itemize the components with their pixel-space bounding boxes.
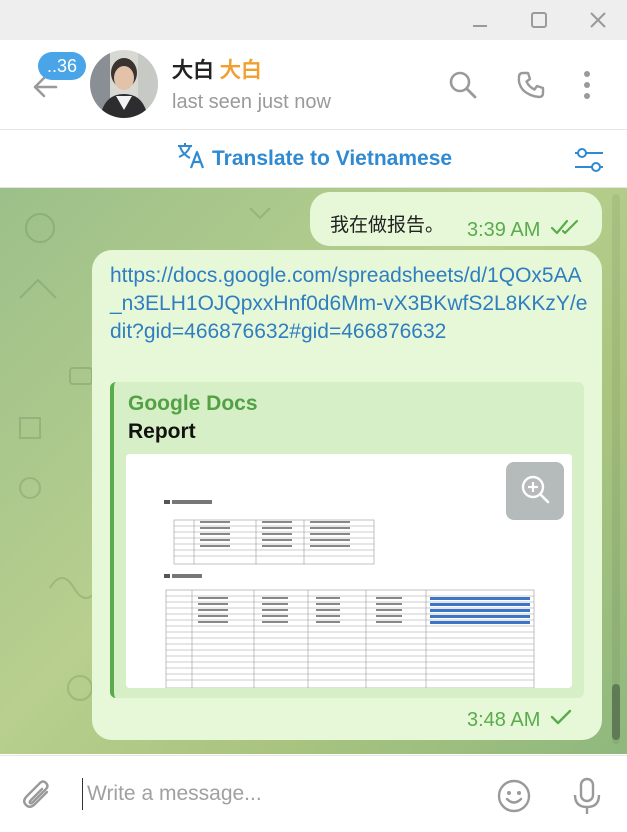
zoom-in-button[interactable] xyxy=(506,462,564,520)
message-meta: 3:48 AM xyxy=(467,708,572,732)
translate-icon xyxy=(176,141,206,177)
paperclip-icon[interactable] xyxy=(20,778,56,814)
contact-status: last seen just now xyxy=(172,91,331,113)
search-icon[interactable] xyxy=(446,68,480,102)
phone-icon[interactable] xyxy=(514,68,548,102)
contact-name-accent: 大白 xyxy=(219,59,262,82)
message-input[interactable] xyxy=(82,778,462,810)
zoom-in-icon xyxy=(520,474,550,509)
message-text: 我在做报告。 xyxy=(330,215,445,236)
translate-settings-icon[interactable] xyxy=(572,143,606,177)
message-bubble[interactable]: https://docs.google.com/spreadsheets/d/1… xyxy=(92,250,602,740)
check-icon xyxy=(550,708,572,732)
double-check-icon xyxy=(550,218,580,242)
preview-title: Report xyxy=(128,420,196,443)
avatar[interactable] xyxy=(90,50,158,118)
link-preview[interactable]: Google Docs Report xyxy=(110,382,584,698)
scrollbar-thumb[interactable] xyxy=(612,684,620,740)
preview-image[interactable] xyxy=(126,454,572,688)
chat-header: ..36 大白 大白 last seen just now xyxy=(0,40,627,130)
contact-name-text: 大白 xyxy=(172,59,214,82)
translate-button[interactable]: Translate to Vietnamese xyxy=(176,143,452,175)
unread-count-badge: ..36 xyxy=(38,52,86,80)
microphone-icon[interactable] xyxy=(570,776,604,816)
translate-bar: Translate to Vietnamese xyxy=(0,131,627,188)
message-composer xyxy=(0,755,627,832)
message-link[interactable]: https://docs.google.com/spreadsheets/d/1… xyxy=(110,262,588,346)
preview-site-name: Google Docs xyxy=(128,392,258,415)
maximize-icon[interactable] xyxy=(525,6,553,34)
contact-name[interactable]: 大白 大白 xyxy=(172,54,262,84)
window-titlebar xyxy=(0,0,627,40)
translate-label: Translate to Vietnamese xyxy=(212,147,453,170)
chat-scrollbar[interactable] xyxy=(612,194,620,744)
message-time: 3:48 AM xyxy=(467,708,541,731)
close-icon[interactable] xyxy=(584,6,612,34)
more-vertical-icon[interactable] xyxy=(570,68,604,102)
minimize-icon[interactable] xyxy=(466,6,494,34)
message-time: 3:39 AM xyxy=(467,218,541,241)
chat-area[interactable]: 我在做报告。 3:39 AM https://docs.google.com/s… xyxy=(0,188,627,754)
message-bubble[interactable]: 我在做报告。 3:39 AM xyxy=(310,192,602,246)
message-meta: 3:39 AM xyxy=(467,218,580,242)
emoji-icon[interactable] xyxy=(496,778,532,814)
